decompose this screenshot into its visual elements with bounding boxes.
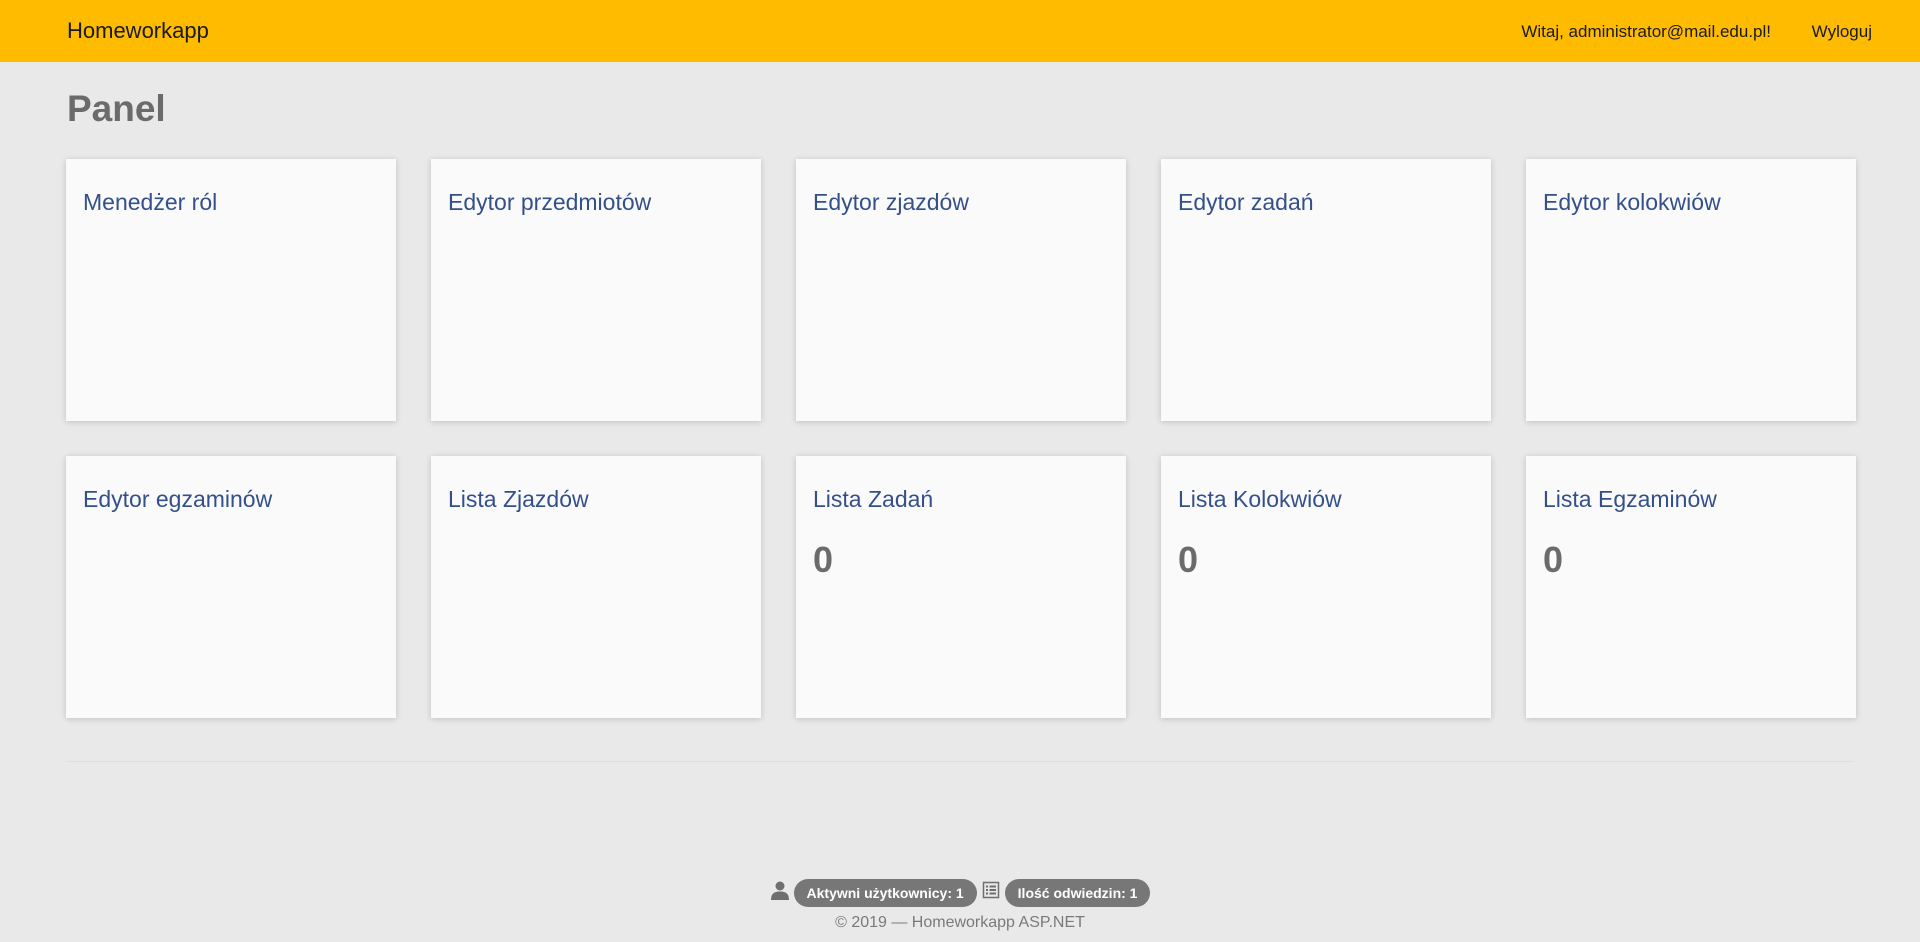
content-divider [67,761,1853,762]
page-title: Panel [67,88,166,129]
tile-title: Lista Zjazdów [448,486,589,512]
dashboard-grid: Menedżer ról Edytor przedmiotów Edytor z… [66,159,1856,718]
brand-link[interactable]: Homeworkapp [67,18,209,44]
tile-task-editor[interactable]: Edytor zadań [1161,159,1491,421]
visits-badge: Ilość odwiedzin: 1 [1004,879,1151,907]
tile-title: Edytor zjazdów [813,189,969,215]
logout-button[interactable]: Wyloguj [1812,22,1872,42]
tile-title: Lista Egzaminów [1543,486,1717,512]
tile-role-manager[interactable]: Menedżer ról [66,159,396,421]
tile-exam-editor[interactable]: Edytor egzaminów [66,456,396,718]
tile-session-list[interactable]: Lista Zjazdów [431,456,761,718]
tile-title: Menedżer ról [83,189,218,215]
tile-subject-editor[interactable]: Edytor przedmiotów [431,159,761,421]
tile-title: Edytor zadań [1178,189,1314,215]
tile-exam-list[interactable]: Lista Egzaminów 0 [1526,456,1856,718]
tile-title: Edytor kolokwiów [1543,189,1721,215]
tile-title: Lista Kolokwiów [1178,486,1342,512]
tile-quiz-list[interactable]: Lista Kolokwiów 0 [1161,456,1491,718]
top-navbar: Homeworkapp Witaj, administrator@mail.ed… [0,0,1920,62]
tile-title: Edytor egzaminów [83,486,273,512]
active-users-badge: Aktywni użytkownicy: 1 [793,879,977,907]
tile-count: 0 [1178,539,1199,580]
tile-title: Edytor przedmiotów [448,189,652,215]
footer-copyright: © 2019 — Homeworkapp ASP.NET [835,914,1085,931]
list-icon [981,880,1001,900]
user-icon [770,880,790,900]
tile-count: 0 [813,539,834,580]
tile-task-list[interactable]: Lista Zadań 0 [796,456,1126,718]
tile-title: Lista Zadań [813,486,934,512]
user-greeting-link[interactable]: Witaj, administrator@mail.edu.pl! [1521,22,1771,42]
tile-quiz-editor[interactable]: Edytor kolokwiów [1526,159,1856,421]
tile-session-editor[interactable]: Edytor zjazdów [796,159,1126,421]
tile-count: 0 [1543,539,1564,580]
footer-stats: Aktywni użytkownicy: 1 Ilość odwiedzin: … [0,879,1920,907]
